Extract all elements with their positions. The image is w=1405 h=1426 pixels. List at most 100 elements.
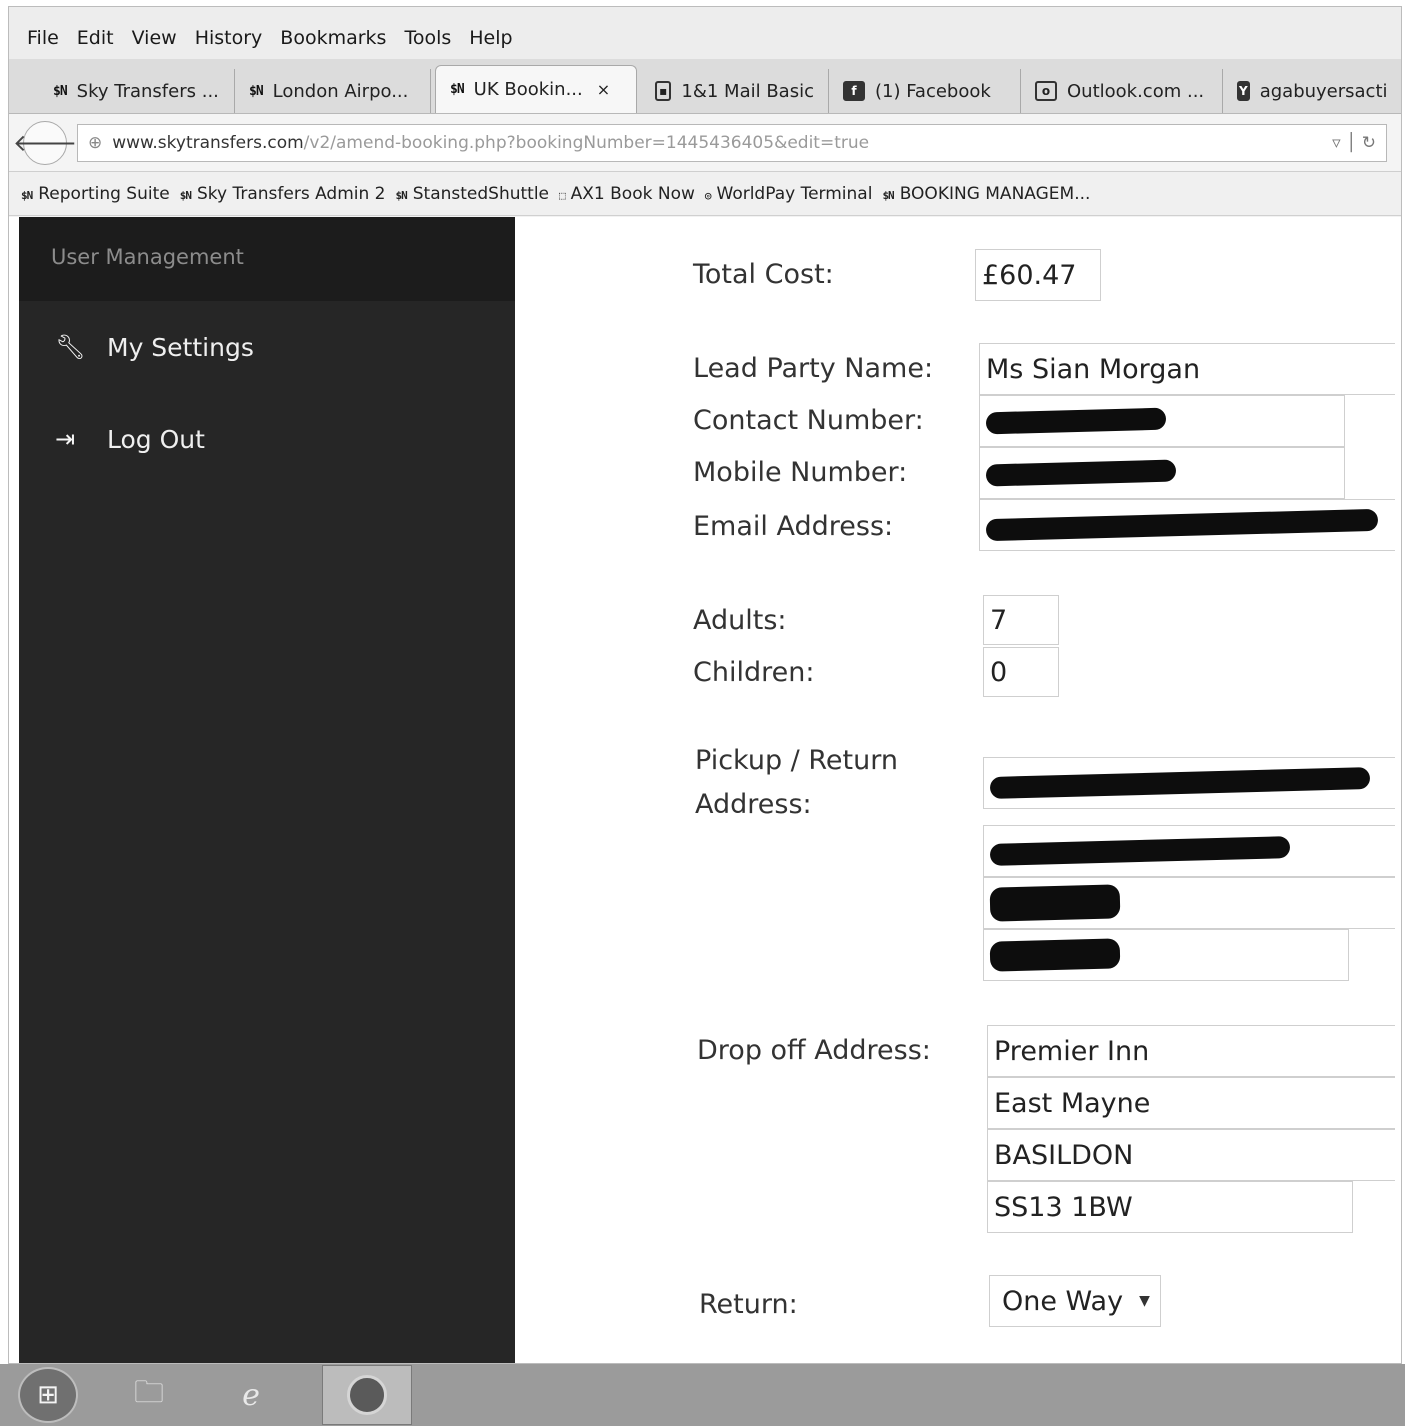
redaction-mark bbox=[985, 459, 1177, 487]
stn-logo-icon: $N bbox=[179, 188, 192, 202]
back-button[interactable]: 🡐 bbox=[13, 120, 77, 165]
redaction-mark bbox=[989, 884, 1121, 922]
redaction-mark bbox=[989, 938, 1121, 972]
taskbar-firefox[interactable] bbox=[322, 1365, 412, 1425]
bookmark-reporting-suite[interactable]: $N Reporting Suite bbox=[21, 184, 170, 204]
bookmark-label: WorldPay Terminal bbox=[716, 183, 873, 204]
tab-label: 1&1 Mail Basic bbox=[681, 80, 814, 102]
children-label: Children: bbox=[693, 657, 815, 688]
browser-window: File Edit View History Bookmarks Tools H… bbox=[8, 6, 1402, 1364]
sidebar: User Management 🔧︎ My Settings ⇥ Log Out bbox=[19, 217, 515, 1363]
menu-view[interactable]: View bbox=[132, 27, 177, 49]
children-field[interactable]: 0 bbox=[983, 647, 1059, 697]
mobile-number-field[interactable] bbox=[979, 447, 1345, 499]
bookmark-admin-2[interactable]: $N Sky Transfers Admin 2 bbox=[180, 184, 386, 204]
bookmarks-toolbar: $N Reporting Suite $N Sky Transfers Admin … bbox=[9, 172, 1401, 216]
bookmark-stansted-shuttle[interactable]: $N StanstedShuttle bbox=[395, 184, 549, 204]
sidebar-item-log-out[interactable]: ⇥ Log Out bbox=[19, 393, 515, 485]
pickup-address-postcode-field[interactable] bbox=[983, 929, 1349, 981]
tab-yahoo[interactable]: Y agabuyersacti bbox=[1223, 69, 1395, 113]
sidebar-item-label: My Settings bbox=[107, 332, 254, 362]
mobile-number-label: Mobile Number: bbox=[693, 457, 908, 488]
logout-icon: ⇥ bbox=[55, 425, 76, 453]
return-selected-value: One Way bbox=[1002, 1285, 1124, 1317]
tab-label: Outlook.com ... bbox=[1067, 80, 1205, 102]
redaction-mark bbox=[985, 407, 1167, 435]
redaction-mark bbox=[985, 508, 1379, 542]
tab-facebook[interactable]: f (1) Facebook bbox=[829, 69, 1021, 113]
tab-label: London Airpo... bbox=[272, 80, 409, 102]
pickup-address-line2-field[interactable] bbox=[983, 825, 1395, 877]
internet-explorer-icon: ℯ bbox=[242, 1377, 260, 1413]
tab-label: agabuyersacti bbox=[1259, 80, 1388, 102]
tab-mail-basic[interactable]: ▪ 1&1 Mail Basic bbox=[641, 69, 829, 113]
tab-london-airports[interactable]: $N London Airpo... bbox=[235, 69, 431, 113]
reload-icon[interactable]: ▿ │ ↻ bbox=[1332, 133, 1376, 153]
dropoff-address-line1-field[interactable]: Premier Inn bbox=[987, 1025, 1395, 1077]
stn-logo-icon: $N bbox=[450, 82, 465, 97]
tab-outlook[interactable]: o Outlook.com ... bbox=[1021, 69, 1223, 113]
windows-logo-icon: ⊞ bbox=[37, 1380, 59, 1410]
bookmark-booking-management[interactable]: $N BOOKING MANAGEM... bbox=[882, 184, 1090, 204]
bookmark-label: StanstedShuttle bbox=[412, 183, 550, 204]
tab-label: Sky Transfers ... bbox=[76, 80, 219, 102]
dropoff-address-line3-field[interactable]: BASILDON bbox=[987, 1129, 1395, 1181]
folder-icon: 🗀 bbox=[134, 1374, 164, 1410]
sidebar-item-my-settings[interactable]: 🔧︎ My Settings bbox=[19, 301, 515, 393]
lead-party-field[interactable]: Ms Sian Morgan bbox=[979, 343, 1395, 395]
mail-icon: ▪ bbox=[655, 81, 672, 101]
tab-bar: $N Sky Transfers ... $N London Airpo... … bbox=[9, 59, 1401, 114]
menu-tools[interactable]: Tools bbox=[404, 27, 451, 49]
taskbar-internet-explorer[interactable]: ℯ bbox=[220, 1367, 282, 1423]
bookmark-worldpay[interactable]: ◎ WorldPay Terminal bbox=[705, 184, 873, 204]
sidebar-header: User Management bbox=[19, 217, 515, 301]
menu-file[interactable]: File bbox=[27, 27, 59, 49]
bookmark-ax1-book-now[interactable]: ⬚ AX1 Book Now bbox=[559, 184, 695, 204]
address-bar[interactable]: ⊕ www.skytransfers.com /v2/amend-booking… bbox=[77, 123, 1387, 162]
pickup-address-label-line2: Address: bbox=[695, 789, 812, 820]
menu-help[interactable]: Help bbox=[469, 27, 512, 49]
adults-label: Adults: bbox=[693, 605, 787, 636]
dropoff-address-line2-field[interactable]: East Mayne bbox=[987, 1077, 1395, 1129]
menu-edit[interactable]: Edit bbox=[77, 27, 114, 49]
total-cost-label: Total Cost: bbox=[693, 259, 834, 290]
contact-number-label: Contact Number: bbox=[693, 405, 924, 436]
adults-field[interactable]: 7 bbox=[983, 595, 1059, 645]
close-tab-icon[interactable]: × bbox=[597, 80, 610, 99]
windows-taskbar: ⊞ 🗀 ℯ bbox=[0, 1364, 1405, 1426]
contact-number-field[interactable] bbox=[979, 395, 1345, 447]
pickup-address-line1-field[interactable] bbox=[983, 757, 1395, 809]
tab-uk-booking[interactable]: $N UK Bookin... × bbox=[435, 65, 637, 113]
stn-logo-icon: $N bbox=[249, 83, 264, 99]
url-path: /v2/amend-booking.php?bookingNumber=1445… bbox=[303, 132, 870, 153]
back-arrow-icon: 🡐 bbox=[12, 129, 78, 157]
worldpay-icon: ◎ bbox=[704, 188, 712, 202]
menu-bar: File Edit View History Bookmarks Tools H… bbox=[9, 7, 1401, 59]
menu-bookmarks[interactable]: Bookmarks bbox=[280, 27, 386, 49]
tab-sky-transfers[interactable]: $N Sky Transfers ... bbox=[39, 69, 235, 113]
email-address-label: Email Address: bbox=[693, 511, 894, 542]
redaction-mark bbox=[989, 767, 1371, 799]
navigation-bar: 🡐 ⊕ www.skytransfers.com /v2/amend-booki… bbox=[9, 114, 1401, 172]
dropoff-address-label: Drop off Address: bbox=[697, 1035, 931, 1066]
outlook-icon: o bbox=[1035, 81, 1057, 101]
dropoff-address-postcode-field[interactable]: SS13 1BW bbox=[987, 1181, 1353, 1233]
firefox-icon bbox=[347, 1375, 387, 1415]
menu-history[interactable]: History bbox=[195, 27, 263, 49]
chevron-down-icon: ▼ bbox=[1139, 1293, 1150, 1309]
taskbar-file-explorer[interactable]: 🗀 bbox=[118, 1367, 180, 1423]
return-select[interactable]: One Way ▼ bbox=[989, 1275, 1161, 1327]
bookmark-label: BOOKING MANAGEM... bbox=[899, 183, 1091, 204]
page-icon: ⬚ bbox=[559, 188, 566, 202]
pickup-address-line3-field[interactable] bbox=[983, 877, 1395, 929]
redaction-mark bbox=[989, 836, 1291, 866]
yahoo-icon: Y bbox=[1237, 81, 1250, 101]
stn-logo-icon: $N bbox=[395, 188, 407, 202]
sidebar-item-label: Log Out bbox=[107, 424, 205, 454]
start-button[interactable]: ⊞ bbox=[18, 1367, 78, 1423]
total-cost-field[interactable]: £60.47 bbox=[975, 249, 1101, 301]
page-content: User Management 🔧︎ My Settings ⇥ Log Out… bbox=[9, 217, 1401, 1363]
email-address-field[interactable] bbox=[979, 499, 1395, 551]
stn-logo-icon: $N bbox=[53, 83, 68, 99]
bookmark-label: Reporting Suite bbox=[38, 183, 170, 204]
